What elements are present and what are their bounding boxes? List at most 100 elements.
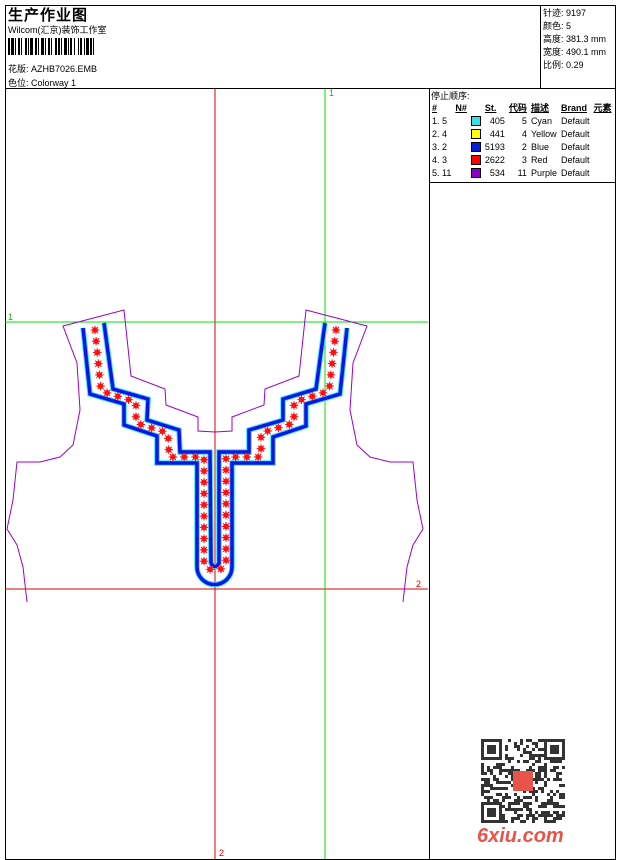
qr-module	[520, 799, 523, 802]
guide-label-red-h: 2	[416, 579, 421, 589]
qr-module	[550, 802, 553, 805]
stitch-dot	[326, 370, 336, 380]
qr-module	[541, 748, 544, 751]
qr-module	[505, 787, 508, 790]
qr-module	[538, 766, 541, 769]
qr-module	[529, 808, 532, 811]
qr-module	[550, 748, 553, 751]
qr-module	[487, 811, 490, 814]
qr-module	[544, 805, 547, 808]
qr-module	[526, 808, 529, 811]
qr-module	[517, 748, 520, 751]
qr-module	[481, 766, 484, 769]
stitch-dot	[242, 452, 252, 462]
qr-module	[487, 739, 490, 742]
qr-module	[562, 754, 565, 757]
qr-module	[559, 805, 562, 808]
qr-module	[481, 745, 484, 748]
qr-module	[517, 814, 520, 817]
qr-module	[544, 802, 547, 805]
qr-module	[535, 742, 538, 745]
qr-module	[499, 742, 502, 745]
qr-module	[523, 796, 526, 799]
qr-module	[559, 814, 562, 817]
qr-module	[481, 802, 484, 805]
stitch-dot	[96, 381, 105, 391]
stitch-dot	[94, 359, 103, 368]
qr-module	[496, 793, 499, 796]
qr-module	[556, 760, 559, 763]
stitch-dot	[289, 401, 299, 410]
stitch-dot	[327, 359, 337, 368]
qr-module	[562, 751, 565, 754]
stitch-dot	[221, 499, 231, 509]
qr-module	[550, 814, 553, 817]
qr-module	[511, 802, 514, 805]
qr-module	[481, 757, 484, 760]
qr-module	[490, 772, 493, 775]
qr-module	[553, 820, 556, 823]
qr-module	[535, 772, 538, 775]
qr-module	[484, 784, 487, 787]
qr-module	[505, 820, 508, 823]
qr-module	[529, 757, 532, 760]
stitch-dot	[92, 348, 102, 357]
qr-module	[484, 820, 487, 823]
qr-module	[481, 754, 484, 757]
qr-module	[550, 799, 553, 802]
qr-module	[553, 817, 556, 820]
qr-module	[508, 808, 511, 811]
qr-module	[547, 811, 550, 814]
stitch-dot	[158, 426, 167, 436]
qr-module	[538, 739, 541, 742]
qr-module	[502, 814, 505, 817]
qr-module	[535, 811, 538, 814]
qr-module	[556, 790, 559, 793]
stitch-dot	[221, 476, 231, 486]
qr-module	[532, 742, 535, 745]
qr-module	[481, 769, 484, 772]
qr-module	[514, 808, 517, 811]
qr-module	[490, 811, 493, 814]
qr-module	[487, 796, 490, 799]
qr-module	[502, 796, 505, 799]
stitch-dot	[274, 423, 283, 433]
qr-module	[562, 814, 565, 817]
stitch-dot	[199, 545, 209, 555]
qr-module	[526, 760, 529, 763]
qr-module	[526, 814, 529, 817]
stitch-dot	[256, 444, 266, 453]
qr-module	[517, 760, 520, 763]
qr-module	[505, 796, 508, 799]
qr-module	[553, 766, 556, 769]
stitch-dot	[163, 434, 173, 443]
qr-module	[547, 778, 550, 781]
qr-module	[553, 805, 556, 808]
stitch-dot	[147, 423, 156, 433]
qr-module	[481, 790, 484, 793]
qr-module	[535, 775, 538, 778]
qr-module	[532, 793, 535, 796]
qr-module	[550, 739, 553, 742]
qr-module	[556, 817, 559, 820]
stitch-dot	[199, 534, 209, 543]
qr-module	[544, 820, 547, 823]
stitch-dot	[191, 452, 200, 462]
qr-module	[508, 769, 511, 772]
stitch-dot	[199, 466, 209, 476]
stitch-dot	[221, 488, 231, 497]
qr-module	[499, 754, 502, 757]
qr-module	[490, 745, 493, 748]
qr-module	[535, 790, 538, 793]
stitch-dot	[124, 395, 133, 404]
stitch-dot	[263, 426, 272, 436]
qr-module	[535, 799, 538, 802]
qr-module	[487, 778, 490, 781]
qr-module	[493, 766, 496, 769]
qr-module	[481, 814, 484, 817]
qr-module	[511, 757, 514, 760]
qr-module	[547, 814, 550, 817]
qr-module	[529, 796, 532, 799]
qr-module	[556, 772, 559, 775]
qr-module	[559, 760, 562, 763]
